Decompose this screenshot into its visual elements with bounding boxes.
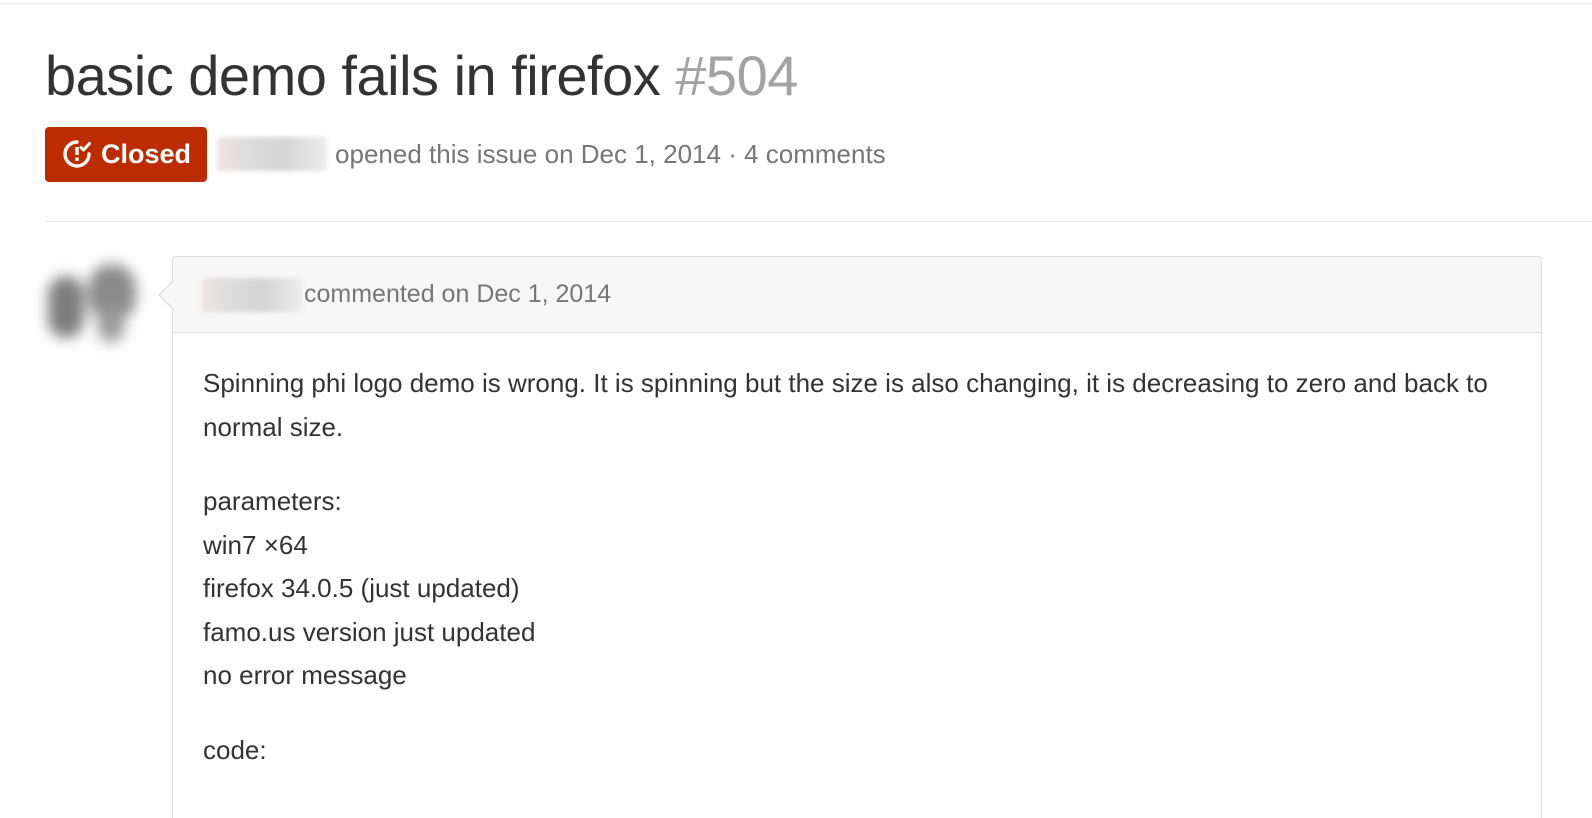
- issue-closed-icon: [62, 139, 92, 169]
- issue-title: basic demo fails in firefox #504: [45, 40, 798, 112]
- issue-page: basic demo fails in firefox #504 Closed …: [0, 0, 1592, 818]
- parameters-line: firefox 34.0.5 (just updated): [203, 573, 520, 603]
- comment-pointer-fill: [160, 281, 174, 309]
- comment-meta-text: commented on Dec 1, 2014: [304, 280, 612, 308]
- parameters-line: win7 ×64: [203, 529, 308, 560]
- parameters-line: no error message: [203, 660, 407, 690]
- comment-author-link-redacted[interactable]: [202, 277, 302, 312]
- author-link-redacted[interactable]: [217, 137, 328, 171]
- parameters-line: famo.us version just updated: [203, 616, 536, 647]
- parameters-line: parameters:: [203, 486, 342, 516]
- comment-header: commented on Dec 1, 2014: [173, 257, 1541, 333]
- state-label: Closed: [101, 138, 192, 169]
- parameters-block: parameters: win7 ×64 firefox 34.0.5 (jus…: [203, 480, 1511, 698]
- issue-number: #504: [675, 44, 798, 107]
- comment: commented on Dec 1, 2014 Spinning phi lo…: [172, 256, 1542, 818]
- issue-meta-text: opened this issue on Dec 1, 2014 · 4 com…: [335, 138, 886, 169]
- issue-title-text: basic demo fails in firefox: [45, 44, 661, 107]
- top-divider: [0, 3, 1592, 4]
- comment-body: Spinning phi logo demo is wrong. It is s…: [173, 333, 1541, 772]
- comment-paragraph: Spinning phi logo demo is wrong. It is s…: [203, 368, 1488, 442]
- state-badge: Closed: [45, 126, 208, 182]
- issue-meta: Closed opened this issue on Dec 1, 2014 …: [45, 126, 886, 182]
- avatar[interactable]: [40, 258, 144, 350]
- header-divider: [45, 221, 1592, 222]
- code-label: code:: [203, 734, 267, 765]
